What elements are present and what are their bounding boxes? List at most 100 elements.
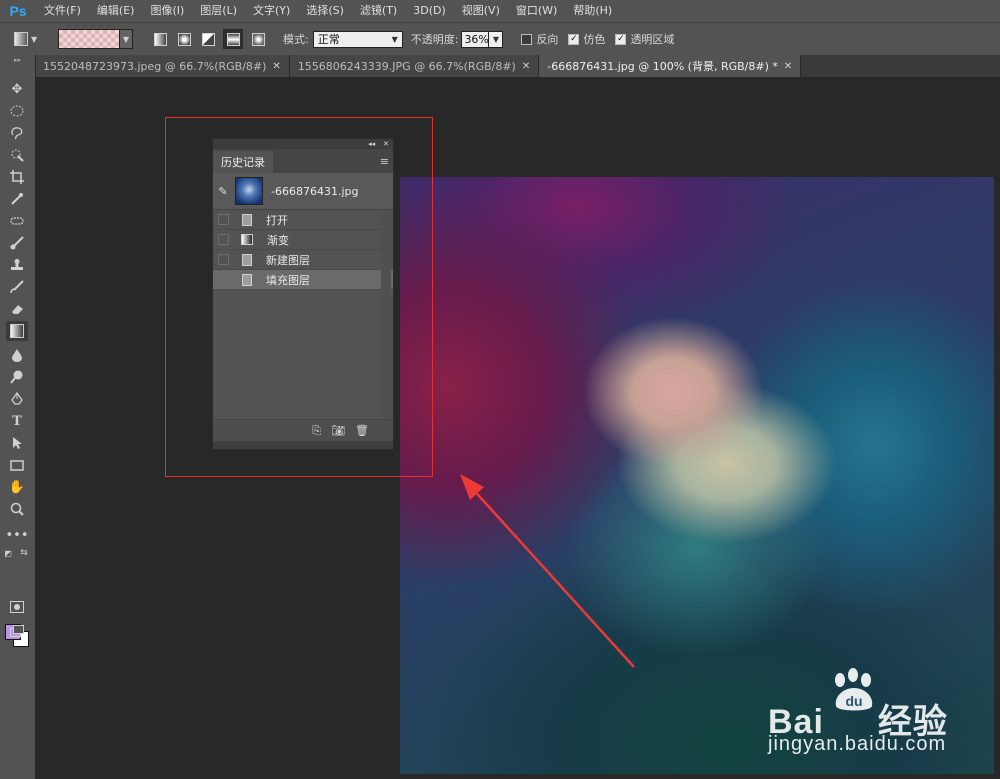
menu-type[interactable]: 文字(Y) bbox=[245, 0, 298, 22]
transparency-checkbox[interactable]: ✓ 透明区域 bbox=[615, 31, 674, 47]
linear-gradient-icon bbox=[153, 32, 167, 46]
menu-image[interactable]: 图像(I) bbox=[142, 0, 192, 22]
eraser-tool[interactable] bbox=[6, 299, 28, 319]
history-item-label: 打开 bbox=[266, 213, 288, 227]
tab-history[interactable]: 历史记录 bbox=[213, 151, 273, 173]
history-item[interactable]: 渐变 bbox=[213, 230, 393, 250]
linear-gradient-button[interactable] bbox=[151, 30, 169, 48]
angle-gradient-button[interactable] bbox=[199, 30, 217, 48]
history-item[interactable]: 打开 bbox=[213, 210, 393, 230]
trash-icon[interactable]: 🗑︎ bbox=[355, 424, 369, 437]
menu-select[interactable]: 选择(S) bbox=[298, 0, 352, 22]
history-source-box[interactable] bbox=[218, 234, 229, 245]
default-colors-button[interactable]: ◩ bbox=[2, 547, 14, 559]
mode-label: 模式: bbox=[283, 33, 309, 46]
radial-gradient-button[interactable] bbox=[175, 30, 193, 48]
type-tool[interactable]: T bbox=[6, 411, 28, 431]
water-drop-icon bbox=[12, 349, 22, 362]
baidu-url: jingyan.baidu.com bbox=[768, 733, 947, 755]
menu-file[interactable]: 文件(F) bbox=[36, 0, 89, 22]
close-icon[interactable]: ✕ bbox=[522, 61, 530, 72]
marquee-tool[interactable] bbox=[6, 101, 28, 121]
rectangle-tool[interactable] bbox=[6, 455, 28, 475]
collapse-icon[interactable]: ◂◂ bbox=[368, 140, 375, 148]
menu-3d[interactable]: 3D(D) bbox=[405, 0, 454, 22]
history-brush-tool[interactable] bbox=[6, 277, 28, 297]
panel-title-bar[interactable]: ◂◂ ✕ bbox=[213, 139, 393, 149]
camera-icon[interactable]: 📷︎ bbox=[331, 424, 345, 437]
document-tab-label: 1556806243339.JPG @ 66.7%(RGB/8#) bbox=[297, 59, 516, 73]
dither-checkbox[interactable]: ✓ 仿色 bbox=[568, 31, 605, 47]
options-bar: ▼ ▼ 模式: 正常 ▼ 不透明度: 36% ▼ 反向 ✓ 仿色 ✓ 透明区域 bbox=[0, 22, 1000, 56]
reverse-label: 反向 bbox=[536, 33, 559, 46]
history-item[interactable]: 新建图层 bbox=[213, 250, 393, 270]
svg-text:du: du bbox=[845, 693, 862, 709]
hand-tool[interactable]: ✋ bbox=[6, 477, 28, 497]
marquee-icon bbox=[10, 105, 24, 117]
gradient-tool[interactable] bbox=[6, 321, 28, 341]
document-tab-active[interactable]: -666876431.jpg @ 100% (背景, RGB/8#) * ✕ bbox=[539, 55, 802, 77]
close-icon[interactable]: ✕ bbox=[272, 61, 280, 72]
more-dots-icon: ••• bbox=[5, 527, 29, 543]
dodge-tool[interactable] bbox=[6, 367, 28, 387]
document-icon bbox=[242, 273, 252, 286]
document-tab[interactable]: 1552048723973.jpeg @ 66.7%(RGB/8#) ✕ bbox=[35, 55, 290, 77]
reverse-checkbox[interactable]: 反向 bbox=[521, 31, 558, 47]
menu-filter[interactable]: 滤镜(T) bbox=[352, 0, 405, 22]
history-brush-icon bbox=[10, 280, 24, 294]
close-icon[interactable]: ✕ bbox=[383, 140, 389, 148]
baidu-paw-logo: du bbox=[835, 668, 873, 711]
swap-colors-button[interactable]: ⇆ bbox=[18, 547, 30, 559]
document-tab[interactable]: 1556806243339.JPG @ 66.7%(RGB/8#) ✕ bbox=[289, 55, 540, 77]
crop-icon bbox=[10, 170, 24, 184]
mode-select[interactable]: 正常 ▼ bbox=[312, 30, 403, 48]
new-document-from-state-icon[interactable]: ⎘ bbox=[312, 424, 321, 438]
quick-mask-button[interactable] bbox=[6, 597, 28, 617]
opacity-input[interactable]: 36% bbox=[461, 30, 490, 48]
close-icon[interactable]: ✕ bbox=[784, 61, 792, 72]
quick-selection-tool[interactable] bbox=[6, 145, 28, 165]
menu-view[interactable]: 视图(V) bbox=[454, 0, 508, 22]
lasso-tool[interactable] bbox=[6, 123, 28, 143]
panel-footer-toolbar: ⎘ 📷︎ 🗑︎ bbox=[213, 419, 393, 441]
document-tab-label: -666876431.jpg @ 100% (背景, RGB/8#) * bbox=[547, 60, 778, 73]
history-source-box[interactable] bbox=[218, 214, 229, 225]
diamond-gradient-icon bbox=[251, 32, 265, 46]
opacity-dropdown-button[interactable]: ▼ bbox=[489, 30, 504, 48]
panel-grip-icon[interactable]: ▸▸ bbox=[0, 55, 35, 65]
panel-scrollbar[interactable] bbox=[381, 211, 391, 421]
zoom-tool[interactable] bbox=[6, 499, 28, 519]
history-panel: ◂◂ ✕ 历史记录 ≡ ✎ -666876431.jpg 打开 渐变 新建图层 … bbox=[212, 138, 394, 450]
clone-stamp-tool[interactable] bbox=[6, 255, 28, 275]
tool-preset-picker[interactable]: ▼ bbox=[14, 29, 44, 49]
hamburger-menu-icon[interactable]: ≡ bbox=[380, 155, 393, 168]
menu-help[interactable]: 帮助(H) bbox=[565, 0, 620, 22]
gradient-picker-button[interactable]: ▼ bbox=[120, 29, 133, 49]
history-source-box[interactable] bbox=[218, 274, 229, 285]
history-item-selected[interactable]: 填充图层 bbox=[213, 270, 393, 290]
edit-toolbar-button[interactable]: ••• bbox=[5, 525, 29, 545]
panel-resize-strip[interactable] bbox=[213, 441, 393, 449]
canvas-image[interactable] bbox=[400, 177, 994, 774]
screen-mode-button[interactable] bbox=[6, 621, 28, 641]
angle-gradient-icon bbox=[201, 32, 215, 46]
reflected-gradient-button[interactable] bbox=[223, 29, 243, 49]
path-selection-tool[interactable] bbox=[6, 433, 28, 453]
history-source-box[interactable] bbox=[218, 254, 229, 265]
gradient-preview-swatch[interactable] bbox=[58, 29, 120, 49]
pen-tool[interactable] bbox=[6, 389, 28, 409]
menu-edit[interactable]: 编辑(E) bbox=[89, 0, 143, 22]
blur-tool[interactable] bbox=[6, 345, 28, 365]
eyedropper-tool[interactable] bbox=[6, 189, 28, 209]
brush-tool[interactable] bbox=[6, 233, 28, 253]
diamond-gradient-button[interactable] bbox=[249, 30, 267, 48]
crop-tool[interactable] bbox=[6, 167, 28, 187]
move-tool[interactable]: ✥ bbox=[6, 79, 28, 99]
healing-brush-tool[interactable] bbox=[6, 211, 28, 231]
history-brush-source-icon[interactable]: ✎ bbox=[213, 185, 233, 198]
photoshop-logo: Ps bbox=[9, 3, 27, 19]
eraser-icon bbox=[12, 305, 23, 314]
menu-window[interactable]: 窗口(W) bbox=[508, 0, 565, 22]
menu-layer[interactable]: 图层(L) bbox=[192, 0, 245, 22]
history-snapshot[interactable]: ✎ -666876431.jpg bbox=[213, 173, 393, 210]
